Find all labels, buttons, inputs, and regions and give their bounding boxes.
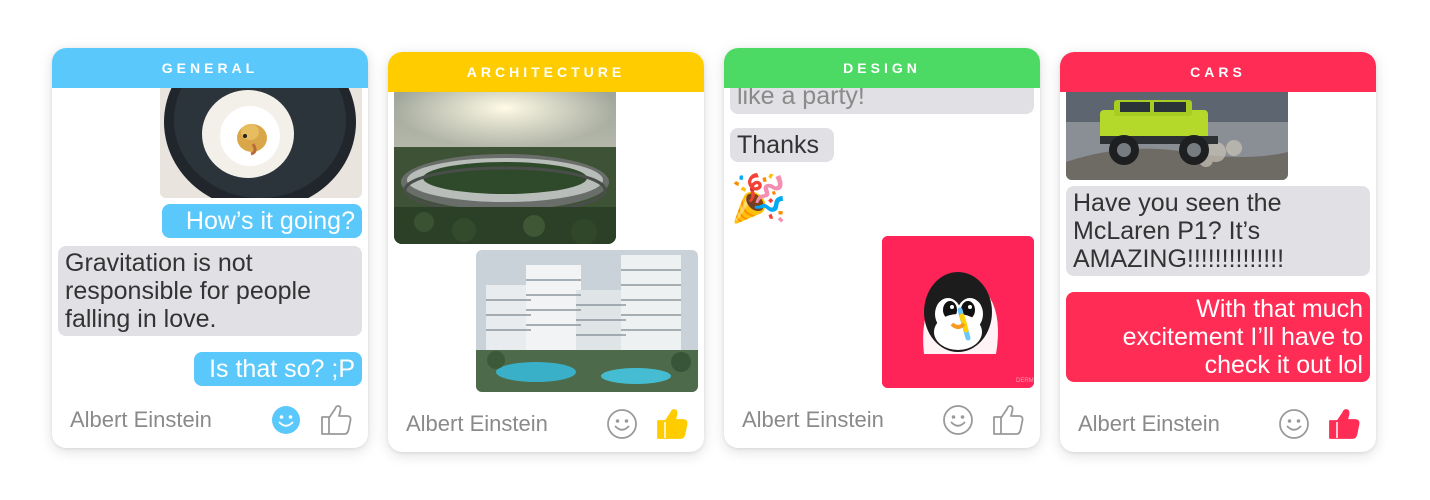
- contact-name: Albert Einstein: [742, 407, 884, 432]
- card-footer: Albert Einstein: [724, 392, 1040, 448]
- card-header: ARCHITECTURE: [388, 52, 704, 92]
- message-text: 🎉: [730, 172, 788, 224]
- card-category-label: DESIGN: [843, 60, 921, 76]
- chat-card-design: DESIGN like a party! Thanks 🎉 DERM Alber…: [724, 48, 1040, 448]
- sent-message-bubble[interactable]: Is that so? ;P: [194, 352, 362, 386]
- card-category-label: CARS: [1190, 64, 1246, 80]
- svg-text:DERM: DERM: [1016, 378, 1034, 384]
- chat-card-architecture: ARCHITECTURE Albert Einstein: [388, 52, 704, 452]
- smiley-icon[interactable]: [1276, 406, 1312, 442]
- smiley-icon[interactable]: [604, 406, 640, 442]
- message-list[interactable]: [388, 92, 704, 410]
- message-list[interactable]: Have you seen the McLaren P1? It’s AMAZI…: [1060, 92, 1376, 410]
- card-header: CARS: [1060, 52, 1376, 92]
- card-footer: Albert Einstein: [388, 396, 704, 452]
- message-text: Is that so? ;P: [209, 355, 355, 383]
- message-text: like a party!: [737, 88, 865, 110]
- sushi-bird-photo[interactable]: [160, 88, 362, 198]
- card-header: DESIGN: [724, 48, 1040, 88]
- card-category-label: ARCHITECTURE: [466, 64, 626, 80]
- message-list[interactable]: How’s it going? Gravitation is not respo…: [52, 88, 368, 406]
- message-text: Gravitation is not responsible for peopl…: [65, 249, 311, 333]
- message-text: Thanks: [737, 131, 819, 159]
- card-footer: Albert Einstein: [1060, 396, 1376, 452]
- card-header: GENERAL: [52, 48, 368, 88]
- message-text: With that much excitement I’ll have to c…: [1122, 295, 1363, 379]
- message-list[interactable]: like a party! Thanks 🎉 DERM: [724, 88, 1040, 406]
- penguin-sticker[interactable]: DERM: [882, 236, 1034, 388]
- sent-message-bubble[interactable]: How’s it going?: [162, 204, 362, 238]
- chat-card-cars: CARS Have you seen the McLaren P1? It’s …: [1060, 52, 1376, 452]
- smiley-icon[interactable]: [268, 402, 304, 438]
- thumbs-up-icon[interactable]: [1326, 406, 1362, 442]
- message-text: Have you seen the McLaren P1? It’s AMAZI…: [1073, 189, 1285, 273]
- received-message-bubble[interactable]: Gravitation is not responsible for peopl…: [58, 246, 362, 336]
- card-footer: Albert Einstein: [52, 392, 368, 448]
- thumbs-up-icon[interactable]: [990, 402, 1026, 438]
- received-message-bubble[interactable]: Have you seen the McLaren P1? It’s AMAZI…: [1066, 186, 1370, 276]
- apartment-complex-photo[interactable]: [476, 250, 698, 392]
- contact-name: Albert Einstein: [70, 407, 212, 432]
- smiley-icon[interactable]: [940, 402, 976, 438]
- thumbs-up-icon[interactable]: [318, 402, 354, 438]
- thumbs-up-icon[interactable]: [654, 406, 690, 442]
- offroad-suv-photo[interactable]: [1066, 92, 1288, 180]
- message-text: How’s it going?: [185, 207, 355, 235]
- contact-name: Albert Einstein: [1078, 411, 1220, 436]
- party-popper-emoji[interactable]: 🎉: [730, 168, 792, 228]
- ring-building-photo[interactable]: [394, 92, 616, 244]
- card-category-label: GENERAL: [161, 60, 259, 76]
- received-message-bubble[interactable]: Thanks: [730, 128, 834, 162]
- contact-name: Albert Einstein: [406, 411, 548, 436]
- sent-message-bubble[interactable]: With that much excitement I’ll have to c…: [1066, 292, 1370, 382]
- chat-card-general: GENERAL How’s it going? Gravitation is n…: [52, 48, 368, 448]
- received-message-bubble[interactable]: like a party!: [730, 88, 1034, 114]
